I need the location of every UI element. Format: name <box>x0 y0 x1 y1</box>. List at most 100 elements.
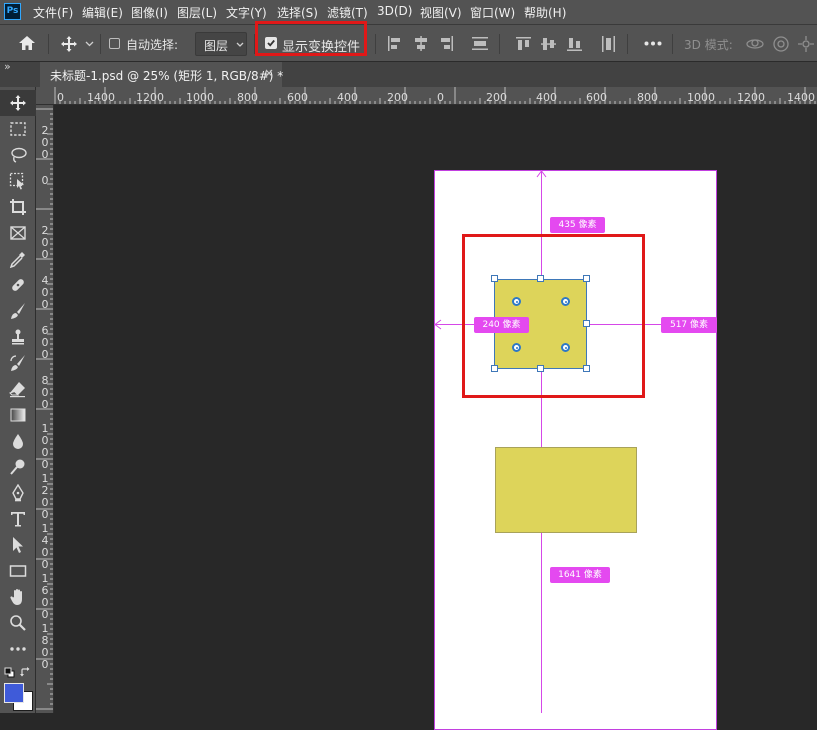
move-tool-icon <box>10 95 26 111</box>
distribute-icon[interactable] <box>472 36 488 51</box>
chevron-down-icon[interactable] <box>85 41 94 47</box>
brush-icon <box>11 303 25 319</box>
ruler-label: 1400 <box>787 91 815 104</box>
measurement-bottom: 1641 像素 <box>550 567 610 583</box>
rectangle-shape-icon <box>9 565 27 577</box>
tool-blur[interactable] <box>0 428 36 454</box>
menu-image[interactable]: 图像(I) <box>131 4 168 21</box>
type-tool-icon <box>11 512 25 527</box>
tool-hand[interactable] <box>0 584 36 610</box>
close-icon[interactable]: × <box>264 66 274 80</box>
tool-clone-stamp[interactable] <box>0 324 36 350</box>
collapse-toolbar-icon[interactable]: » <box>4 60 11 73</box>
highlight-box-transform <box>255 21 367 56</box>
rectangle-layer-2[interactable] <box>495 447 637 533</box>
align-horizontal-center-icon[interactable] <box>413 36 429 51</box>
tool-history-brush[interactable] <box>0 350 36 376</box>
distribute-vertical-icon[interactable] <box>601 36 616 52</box>
zoom-icon <box>10 615 26 631</box>
menu-edit[interactable]: 编辑(E) <box>82 4 123 21</box>
photoshop-logo[interactable]: Ps <box>4 3 21 20</box>
align-right-icon[interactable] <box>438 36 454 51</box>
menu-select[interactable]: 选择(S) <box>277 4 318 21</box>
ruler-label: 8 0 0 <box>41 374 49 411</box>
tool-type[interactable] <box>0 506 36 532</box>
tool-object-select[interactable] <box>0 168 36 194</box>
ruler-label: 1 0 0 0 <box>41 422 49 471</box>
tool-rectangle[interactable] <box>0 558 36 584</box>
tool-move[interactable] <box>0 90 36 116</box>
menu-window[interactable]: 窗口(W) <box>470 4 515 21</box>
tool-eraser[interactable] <box>0 376 36 402</box>
menu-file[interactable]: 文件(F) <box>33 4 73 21</box>
move-tool-icon[interactable] <box>60 35 78 53</box>
auto-select-target-dropdown[interactable]: 图层 <box>195 32 247 56</box>
align-bottom-icon[interactable] <box>567 36 582 52</box>
3d-orbit-icon[interactable] <box>745 35 765 53</box>
menu-help[interactable]: 帮助(H) <box>524 4 566 21</box>
ruler-label: 0 <box>41 174 49 187</box>
menu-filter[interactable]: 滤镜(T) <box>327 4 368 21</box>
pen-icon <box>12 484 24 502</box>
menu-layer[interactable]: 图层(L) <box>177 4 217 21</box>
ruler-label: 1 4 0 0 <box>41 522 49 571</box>
guide-arrow-left-icon <box>434 319 442 330</box>
tool-crop[interactable] <box>0 194 36 220</box>
ruler-label: 1200 <box>737 91 765 104</box>
path-selection-icon <box>13 537 23 553</box>
ruler-label: 400 <box>536 91 557 104</box>
tool-frame[interactable] <box>0 220 36 246</box>
align-left-icon[interactable] <box>387 36 403 51</box>
menu-3d[interactable]: 3D(D) <box>377 4 412 18</box>
tool-eyedropper[interactable] <box>0 246 36 272</box>
home-icon[interactable] <box>18 35 36 51</box>
tool-marquee[interactable] <box>0 116 36 142</box>
3d-roll-icon[interactable] <box>772 35 790 53</box>
ruler-label: 2 0 0 <box>41 124 49 161</box>
align-vertical-center-icon[interactable] <box>541 36 556 52</box>
ruler-label: 1400 <box>87 91 115 104</box>
measurement-right: 517 像素 <box>661 317 717 333</box>
tool-healing-brush[interactable] <box>0 272 36 298</box>
panel-collapse-area: » <box>0 60 36 87</box>
tool-dodge[interactable] <box>0 454 36 480</box>
auto-select-target-value: 图层 <box>204 39 229 53</box>
swap-colors-icon[interactable] <box>20 667 31 678</box>
guide-arrow-up-icon <box>536 170 547 178</box>
tools-panel <box>0 87 36 713</box>
menu-view[interactable]: 视图(V) <box>420 4 462 21</box>
tool-more[interactable] <box>0 636 36 662</box>
ruler-vertical[interactable]: 2 0 0 0 2 0 0 4 0 0 6 0 0 8 0 0 1 0 0 0 … <box>36 105 54 713</box>
object-selection-icon <box>9 172 24 190</box>
tool-path-select[interactable] <box>0 532 36 558</box>
tool-gradient[interactable] <box>0 402 36 428</box>
document-tab[interactable]: 未标题-1.psd @ 25% (矩形 1, RGB/8#) * × <box>40 62 284 87</box>
ruler-label: 600 <box>586 91 607 104</box>
ruler-label: 2 0 0 <box>41 224 49 261</box>
foreground-color-swatch[interactable] <box>4 683 24 703</box>
ruler-label: 0 <box>57 91 64 104</box>
ruler-label: 6 0 0 <box>41 324 49 361</box>
tool-brush[interactable] <box>0 298 36 324</box>
more-icon[interactable] <box>644 41 662 46</box>
tool-lasso[interactable] <box>0 142 36 168</box>
default-colors-icon[interactable] <box>4 667 15 678</box>
eraser-icon <box>9 382 25 398</box>
healing-brush-icon <box>12 279 24 291</box>
document-tab-title: 未标题-1.psd @ 25% (矩形 1, RGB/8#) * <box>50 69 284 83</box>
auto-select-checkbox[interactable] <box>109 38 120 49</box>
gradient-icon <box>10 408 26 422</box>
ruler-label: 600 <box>287 91 308 104</box>
hand-icon <box>10 589 22 605</box>
ruler-label: 400 <box>337 91 358 104</box>
ruler-label: 800 <box>637 91 658 104</box>
3d-pan-icon[interactable] <box>797 35 815 53</box>
menu-type[interactable]: 文字(Y) <box>226 4 267 21</box>
align-top-icon[interactable] <box>516 36 531 52</box>
tool-zoom[interactable] <box>0 610 36 636</box>
auto-select-label: 自动选择: <box>126 38 179 52</box>
clone-stamp-icon <box>12 329 24 345</box>
tool-pen[interactable] <box>0 480 36 506</box>
ruler-horizontal[interactable]: 0 1400 1200 1000 800 600 400 200 0 200 4… <box>36 87 817 105</box>
ruler-label: 1 6 0 0 <box>41 572 49 621</box>
